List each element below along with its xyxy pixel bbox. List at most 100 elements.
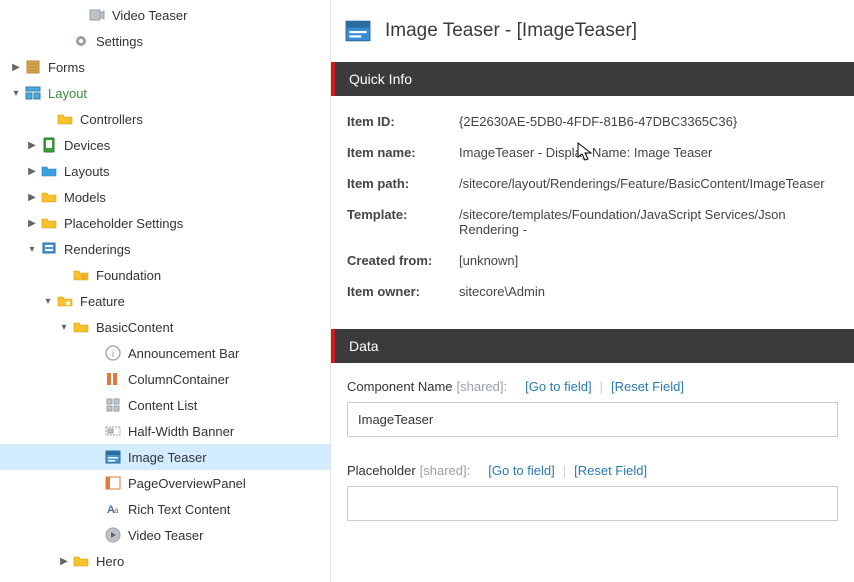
svg-text:a: a — [114, 506, 119, 515]
tree-sidebar[interactable]: Video Teaser Settings ▶ Forms ▾ Layout C… — [0, 0, 331, 582]
info-value: ImageTeaser - Display Name: Image Teaser — [459, 145, 838, 160]
gear-icon — [72, 32, 90, 50]
info-icon: i — [104, 344, 122, 362]
field-label: Component Name — [347, 379, 453, 394]
tree-item-video-teaser-top[interactable]: Video Teaser — [0, 2, 330, 28]
tree-label: Hero — [96, 554, 124, 569]
tree-item-layout[interactable]: ▾ Layout — [0, 80, 330, 106]
tree-item-settings[interactable]: Settings — [0, 28, 330, 54]
folder-icon — [72, 578, 90, 582]
tree-label: Layout — [48, 86, 87, 101]
device-icon — [40, 136, 58, 154]
section-quick-info[interactable]: Quick Info — [331, 62, 854, 96]
tree-label: Renderings — [64, 242, 131, 257]
section-data[interactable]: Data — [331, 329, 854, 363]
info-label: Item owner: — [347, 284, 459, 299]
tree-item-video-teaser[interactable]: Video Teaser — [0, 522, 330, 548]
tree-label: Models — [64, 190, 106, 205]
tree-label: Devices — [64, 138, 110, 153]
reset-field-link[interactable]: [Reset Field] — [566, 463, 655, 478]
folder-blue-icon — [40, 162, 58, 180]
tree-item-models[interactable]: ▶ Models — [0, 184, 330, 210]
tree-label: ColumnContainer — [128, 372, 229, 387]
panel-icon — [104, 474, 122, 492]
layout-icon — [24, 84, 42, 102]
tree-item-controllers[interactable]: Controllers — [0, 106, 330, 132]
shared-marker: [shared]: — [457, 379, 508, 394]
text-icon: Aa — [104, 500, 122, 518]
svg-text:i: i — [112, 349, 114, 360]
collapse-toggle[interactable]: ▾ — [8, 88, 24, 99]
tree-item-half-width-banner[interactable]: Half-Width Banner — [0, 418, 330, 444]
info-value: [unknown] — [459, 253, 838, 268]
content-pane: Image Teaser - [ImageTeaser] Quick Info … — [331, 0, 854, 582]
tree-item-layouts[interactable]: ▶ Layouts — [0, 158, 330, 184]
tree-label: Announcement Bar — [128, 346, 239, 361]
teaser-icon — [104, 448, 122, 466]
info-value[interactable]: {2E2630AE-5DB0-4FDF-81B6-47DBC3365C36} — [459, 114, 838, 129]
tree-label: Rich Text Content — [128, 502, 230, 517]
banner-icon — [104, 422, 122, 440]
tree-label: Video Teaser — [112, 8, 187, 23]
tree-item-image-teaser[interactable]: Image Teaser — [0, 444, 330, 470]
tree-label: Image Teaser — [128, 450, 207, 465]
tree-item-rich-text[interactable]: Aa Rich Text Content — [0, 496, 330, 522]
collapse-toggle[interactable]: ▾ — [24, 244, 40, 255]
tree-item-basiccontent[interactable]: ▾ BasicContent — [0, 314, 330, 340]
go-to-field-link[interactable]: [Go to field] — [517, 379, 599, 394]
tree-item-forms[interactable]: ▶ Forms — [0, 54, 330, 80]
tree-item-devices[interactable]: ▶ Devices — [0, 132, 330, 158]
folder-icon — [72, 318, 90, 336]
tree-label: Half-Width Banner — [128, 424, 234, 439]
info-label: Item path: — [347, 176, 459, 191]
info-value: sitecore\Admin — [459, 284, 838, 299]
tree-item-renderings[interactable]: ▾ Renderings — [0, 236, 330, 262]
folder-star-icon — [56, 292, 74, 310]
reset-field-link[interactable]: [Reset Field] — [603, 379, 692, 394]
tree-label: PageOverviewPanel — [128, 476, 246, 491]
go-to-field-link[interactable]: [Go to field] — [480, 463, 562, 478]
folder-icon — [40, 188, 58, 206]
expand-toggle[interactable]: ▶ — [24, 218, 40, 229]
forms-icon — [24, 58, 42, 76]
tree-label: Forms — [48, 60, 85, 75]
expand-toggle[interactable]: ▶ — [24, 192, 40, 203]
tree-item-placeholder-settings[interactable]: ▶ Placeholder Settings — [0, 210, 330, 236]
tree-item-foundation[interactable]: Foundation — [0, 262, 330, 288]
collapse-toggle[interactable]: ▾ — [40, 296, 56, 307]
info-label: Template: — [347, 207, 459, 237]
video-icon — [88, 6, 106, 24]
tree-label: Placeholder Settings — [64, 216, 183, 231]
expand-toggle[interactable]: ▶ — [8, 62, 24, 73]
tree-item-columncontainer[interactable]: ColumnContainer — [0, 366, 330, 392]
folder-icon — [72, 552, 90, 570]
tree-item-feature[interactable]: ▾ Feature — [0, 288, 330, 314]
expand-toggle[interactable]: ▶ — [56, 556, 72, 567]
tree-item-content-list[interactable]: Content List — [0, 392, 330, 418]
folder-icon — [40, 214, 58, 232]
item-type-icon — [345, 18, 371, 44]
expand-toggle[interactable]: ▶ — [24, 140, 40, 151]
tree-label: Settings — [96, 34, 143, 49]
collapse-toggle[interactable]: ▾ — [56, 322, 72, 333]
section-label: Data — [349, 338, 379, 354]
info-value[interactable]: /sitecore/layout/Renderings/Feature/Basi… — [459, 176, 838, 191]
component-name-input[interactable] — [347, 402, 838, 437]
video-icon — [104, 526, 122, 544]
content-header: Image Teaser - [ImageTeaser] — [331, 18, 854, 62]
tree-item-pageoverviewpanel[interactable]: PageOverviewPanel — [0, 470, 330, 496]
info-value[interactable]: /sitecore/templates/Foundation/JavaScrip… — [459, 207, 838, 237]
tree-label: Layouts — [64, 164, 110, 179]
renderings-icon — [40, 240, 58, 258]
shared-marker: [shared]: — [420, 463, 471, 478]
grid-icon — [104, 396, 122, 414]
page-title: Image Teaser - [ImageTeaser] — [385, 20, 637, 42]
tree-item-announcement-bar[interactable]: i Announcement Bar — [0, 340, 330, 366]
field-placeholder: Placeholder [shared]: [Go to field] | [R… — [331, 447, 854, 531]
tree-label: Video Teaser — [128, 528, 203, 543]
placeholder-input[interactable] — [347, 486, 838, 521]
tree-item-hero[interactable]: ▶ Hero — [0, 548, 330, 574]
expand-toggle[interactable]: ▶ — [24, 166, 40, 177]
tree-label: Feature — [80, 294, 125, 309]
tree-item-navigation[interactable]: ▶ Navigation — [0, 574, 330, 582]
